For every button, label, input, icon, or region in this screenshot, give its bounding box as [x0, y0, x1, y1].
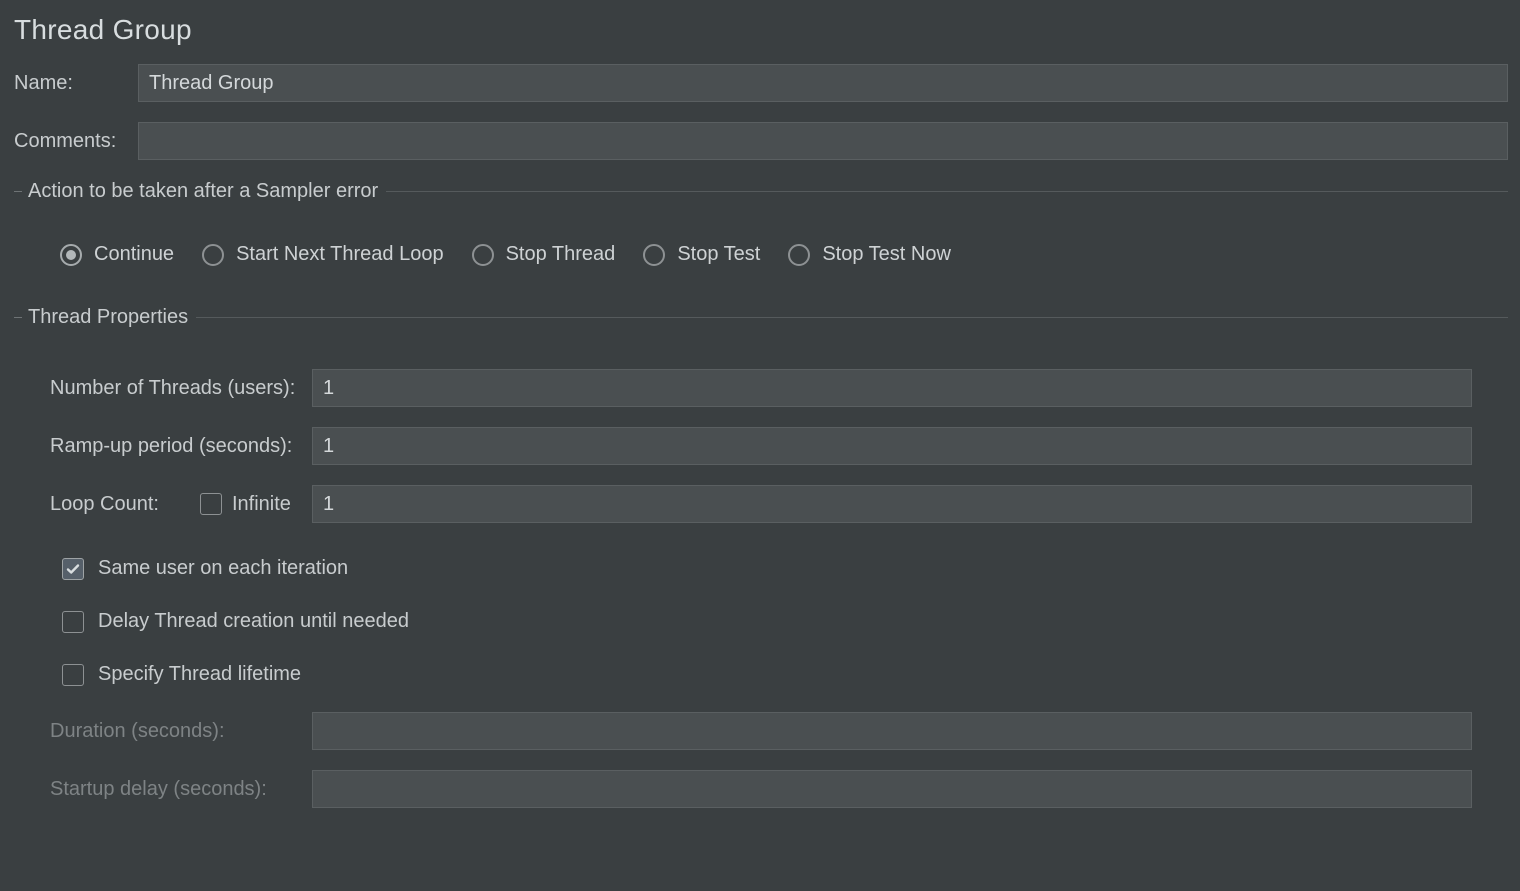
- legend-rule-icon: [386, 191, 1508, 192]
- name-label: Name:: [14, 72, 138, 95]
- specify-lifetime-row: Specify Thread lifetime: [62, 663, 1472, 686]
- name-input[interactable]: [138, 64, 1508, 102]
- loop-count-label: Loop Count:: [50, 493, 200, 516]
- thread-props-body: Number of Threads (users): Ramp-up perio…: [50, 369, 1472, 808]
- on-error-legend: Action to be taken after a Sampler error: [14, 180, 1508, 203]
- num-threads-input[interactable]: [312, 369, 1472, 407]
- comments-input[interactable]: [138, 122, 1508, 160]
- loop-infinite-label: Infinite: [232, 493, 291, 516]
- startup-delay-label: Startup delay (seconds):: [50, 778, 312, 801]
- delay-create-checkbox[interactable]: [62, 611, 84, 633]
- radio-stop-test-now[interactable]: Stop Test Now: [788, 243, 951, 266]
- duration-label: Duration (seconds):: [50, 720, 312, 743]
- startup-delay-row: Startup delay (seconds):: [50, 770, 1472, 808]
- radio-stop-test[interactable]: Stop Test: [643, 243, 760, 266]
- legend-tick-icon: [14, 191, 22, 192]
- delay-create-row: Delay Thread creation until needed: [62, 610, 1472, 633]
- ramp-up-row: Ramp-up period (seconds):: [50, 427, 1472, 465]
- thread-group-panel: Thread Group Name: Comments: Action to b…: [0, 0, 1520, 842]
- radio-label: Continue: [94, 243, 174, 266]
- radio-start-next-loop[interactable]: Start Next Thread Loop: [202, 243, 444, 266]
- thread-props-legend-label: Thread Properties: [28, 306, 188, 329]
- thread-props-legend: Thread Properties: [14, 306, 1508, 329]
- legend-tick-icon: [14, 317, 22, 318]
- radio-icon: [60, 244, 82, 266]
- duration-row: Duration (seconds):: [50, 712, 1472, 750]
- radio-stop-thread[interactable]: Stop Thread: [472, 243, 616, 266]
- check-icon: [65, 561, 81, 577]
- radio-icon: [788, 244, 810, 266]
- same-user-row: Same user on each iteration: [62, 557, 1472, 580]
- num-threads-label: Number of Threads (users):: [50, 377, 312, 400]
- delay-create-label: Delay Thread creation until needed: [98, 610, 409, 633]
- same-user-label: Same user on each iteration: [98, 557, 348, 580]
- specify-lifetime-checkbox[interactable]: [62, 664, 84, 686]
- duration-input: [312, 712, 1472, 750]
- radio-continue[interactable]: Continue: [60, 243, 174, 266]
- loop-infinite-checkbox[interactable]: [200, 493, 222, 515]
- comments-row: Comments:: [14, 122, 1508, 160]
- on-error-group: Action to be taken after a Sampler error…: [14, 180, 1508, 266]
- same-user-checkbox[interactable]: [62, 558, 84, 580]
- loop-infinite-wrap: Infinite: [200, 493, 312, 516]
- loop-count-input[interactable]: [312, 485, 1472, 523]
- radio-icon: [643, 244, 665, 266]
- radio-icon: [472, 244, 494, 266]
- radio-label: Stop Test: [677, 243, 760, 266]
- thread-properties-group: Thread Properties Number of Threads (use…: [14, 306, 1508, 808]
- radio-label: Start Next Thread Loop: [236, 243, 444, 266]
- page-title: Thread Group: [14, 14, 1508, 46]
- ramp-up-input[interactable]: [312, 427, 1472, 465]
- radio-icon: [202, 244, 224, 266]
- radio-label: Stop Thread: [506, 243, 616, 266]
- radio-label: Stop Test Now: [822, 243, 951, 266]
- specify-lifetime-label: Specify Thread lifetime: [98, 663, 301, 686]
- name-row: Name:: [14, 64, 1508, 102]
- on-error-radios: Continue Start Next Thread Loop Stop Thr…: [60, 243, 1508, 266]
- loop-count-row: Loop Count: Infinite: [50, 485, 1472, 523]
- comments-label: Comments:: [14, 130, 138, 153]
- startup-delay-input: [312, 770, 1472, 808]
- legend-rule-icon: [196, 317, 1508, 318]
- on-error-legend-label: Action to be taken after a Sampler error: [28, 180, 378, 203]
- ramp-up-label: Ramp-up period (seconds):: [50, 435, 312, 458]
- num-threads-row: Number of Threads (users):: [50, 369, 1472, 407]
